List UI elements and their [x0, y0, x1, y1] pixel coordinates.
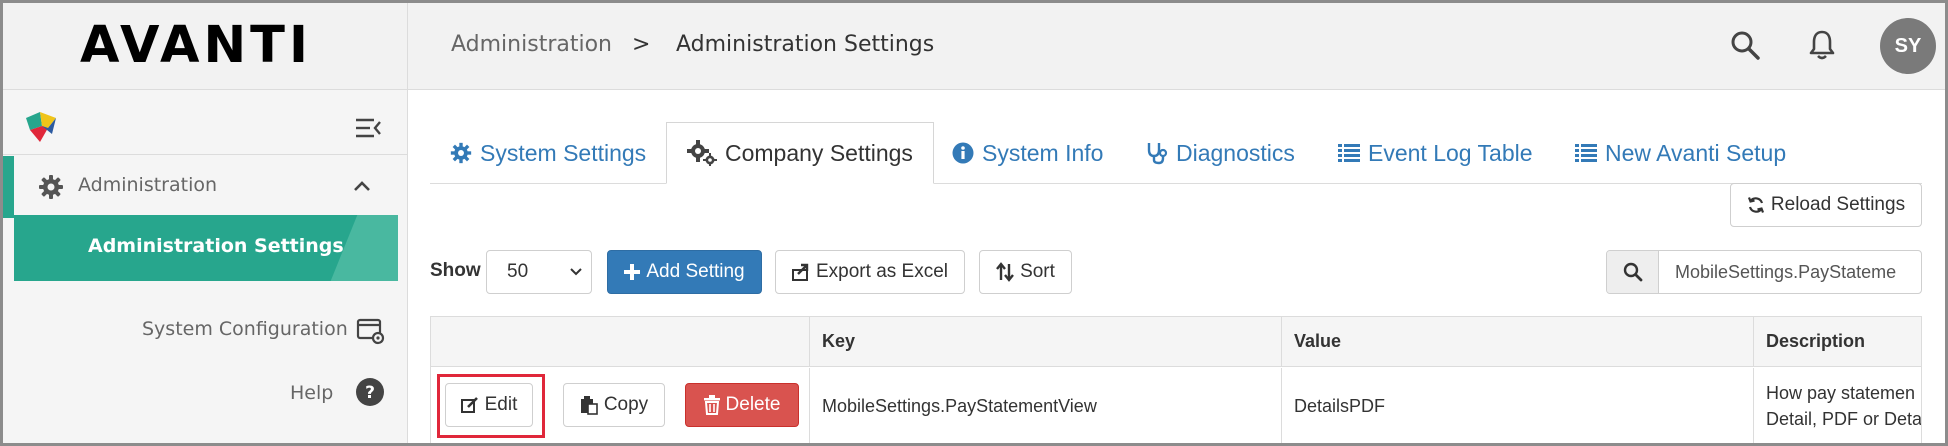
copy-label: Copy — [603, 394, 649, 415]
question-circle-icon[interactable]: ? — [355, 377, 385, 407]
description-text: How pay statemen Detail, PDF or Deta — [1766, 380, 1922, 432]
tab-new-avanti-setup[interactable]: New Avanti Setup — [1575, 122, 1786, 184]
chevron-down-icon — [570, 268, 582, 276]
plus-icon — [624, 264, 641, 280]
sidebar-item-label: Administration Settings — [88, 235, 344, 257]
column-header-description[interactable]: Description — [1753, 317, 1921, 367]
delete-button[interactable]: Delete — [685, 383, 799, 427]
sidebar-divider — [0, 154, 408, 155]
page-size-select[interactable]: 50 — [486, 250, 592, 294]
sidebar: Administration Administration Settings S… — [0, 90, 408, 446]
value-cell: DetailsPDF — [1281, 368, 1753, 445]
tab-label: New Avanti Setup — [1605, 139, 1787, 166]
tab-label: Event Log Table — [1368, 139, 1533, 166]
tab-label: System Settings — [480, 139, 647, 166]
delete-label: Delete — [725, 394, 781, 415]
edit-button-highlight — [437, 374, 545, 438]
gear-icon — [39, 175, 63, 199]
tab-company-settings[interactable]: Company Settings — [666, 122, 934, 184]
sidebar-item-system-configuration[interactable]: System Configuration — [142, 318, 348, 340]
sidebar-section-label: Administration — [78, 174, 218, 196]
sort-label: Sort — [1020, 261, 1055, 282]
logo-area: AVANTI — [0, 0, 408, 90]
description-cell: How pay statemen Detail, PDF or Deta — [1753, 368, 1922, 445]
stethoscope-icon — [1147, 143, 1168, 165]
top-bar: AVANTI Administration > Administration S… — [0, 0, 1948, 90]
tab-system-info[interactable]: System Info — [952, 122, 1103, 184]
tab-event-log-table[interactable]: Event Log Table — [1338, 122, 1533, 184]
column-header-value[interactable]: Value — [1281, 317, 1753, 367]
gears-icon — [687, 140, 717, 166]
export-icon — [792, 263, 809, 281]
column-header-key[interactable]: Key — [809, 317, 1281, 367]
reload-settings-button[interactable]: Reload Settings — [1730, 183, 1922, 227]
list-icon — [1575, 144, 1597, 162]
description-line-1: How pay statemen — [1766, 383, 1916, 403]
tab-diagnostics[interactable]: Diagnostics — [1146, 122, 1295, 184]
sort-icon — [996, 262, 1014, 282]
gear-icon — [450, 142, 472, 164]
add-setting-label: Add Setting — [646, 261, 745, 282]
description-line-2: Detail, PDF or Deta — [1766, 409, 1922, 429]
sidebar-item-administration-settings[interactable]: Administration Settings — [14, 215, 398, 281]
tab-label: System Info — [982, 139, 1104, 166]
search-icon — [1623, 262, 1643, 282]
page-size-value: 50 — [507, 261, 529, 282]
tab-label: Company Settings — [725, 139, 913, 166]
settings-search: MobileSettings.PayStateme — [1606, 250, 1922, 294]
sidebar-section-administration[interactable]: Administration — [14, 156, 408, 218]
add-setting-button[interactable]: Add Setting — [607, 250, 762, 294]
avanti-mark-icon — [26, 112, 56, 142]
svg-text:?: ? — [365, 383, 375, 403]
sort-button[interactable]: Sort — [979, 250, 1072, 294]
export-excel-button[interactable]: Export as Excel — [775, 250, 965, 294]
settings-table: Key Value Description Edit Copy Delete M… — [430, 316, 1922, 446]
reload-settings-label: Reload Settings — [1770, 194, 1906, 215]
export-excel-label: Export as Excel — [816, 261, 948, 282]
settings-window-icon[interactable] — [356, 318, 386, 346]
chevron-up-icon[interactable] — [352, 178, 372, 194]
collapse-sidebar-icon[interactable] — [354, 116, 382, 140]
info-circle-icon — [952, 142, 974, 164]
search-addon[interactable] — [1607, 251, 1659, 293]
search-input[interactable]: MobileSettings.PayStateme — [1675, 262, 1896, 283]
paste-icon — [580, 396, 598, 415]
refresh-icon — [1747, 197, 1764, 213]
show-label: Show — [430, 260, 481, 281]
breadcrumb-separator: > — [632, 32, 651, 57]
trash-icon — [703, 395, 720, 415]
active-section-accent — [0, 156, 14, 218]
column-header-actions — [431, 317, 809, 367]
list-icon — [1338, 144, 1360, 162]
breadcrumb-administration[interactable]: Administration — [451, 30, 612, 60]
tab-system-settings[interactable]: System Settings — [450, 122, 646, 184]
search-icon[interactable] — [1728, 28, 1762, 62]
table-header: Key Value Description — [431, 317, 1921, 367]
bell-icon[interactable] — [1805, 28, 1839, 62]
app-logo[interactable]: AVANTI — [80, 18, 312, 74]
breadcrumb-current: Administration Settings — [676, 32, 935, 57]
sidebar-item-help[interactable]: Help — [290, 382, 333, 404]
key-cell: MobileSettings.PayStatementView — [809, 368, 1281, 445]
avatar[interactable]: SY — [1880, 18, 1936, 74]
copy-button[interactable]: Copy — [563, 383, 665, 427]
tab-label: Diagnostics — [1176, 139, 1295, 166]
